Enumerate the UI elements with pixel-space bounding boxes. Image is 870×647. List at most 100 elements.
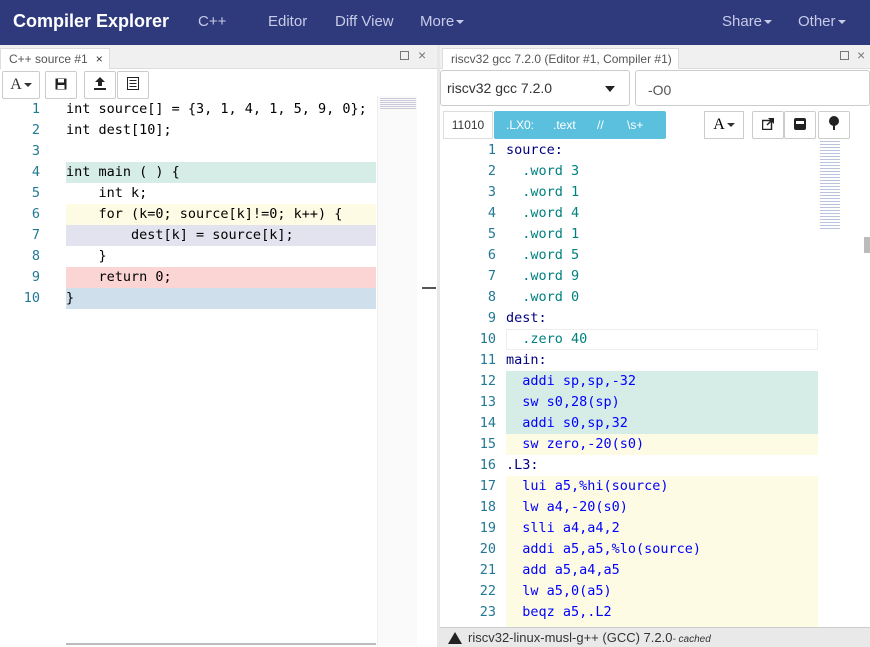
code-line[interactable]: 2 int dest[10]; — [0, 120, 376, 141]
asm-line[interactable]: 8 .word 0 — [460, 287, 820, 308]
asm-line[interactable]: 18 lw a4,-20(s0) — [460, 497, 820, 518]
nav-diff-view[interactable]: Diff View — [335, 13, 394, 30]
add-compiler-button[interactable] — [117, 71, 149, 99]
code-line[interactable]: 7 dest[k] = source[k]; — [0, 225, 376, 246]
font-size-button[interactable]: A — [704, 111, 744, 139]
line-number: 12 — [479, 373, 496, 389]
asm-text: lw a4,-20(s0) — [506, 499, 628, 515]
nav-editor[interactable]: Editor — [268, 13, 307, 30]
line-number: 10 — [479, 331, 496, 347]
source-tabbar: C++ source #1 × × — [0, 45, 437, 69]
tab-compiler[interactable]: riscv32 gcc 7.2.0 (Editor #1, Compiler #… — [442, 48, 679, 69]
asm-line[interactable]: 2 .word 3 — [460, 161, 820, 182]
assembly-output[interactable]: 1 source: 2 .word 33 .word 14 .word 45 .wo… — [460, 140, 820, 627]
asm-line[interactable]: 13 sw s0,28(sp) — [460, 392, 820, 413]
asm-line[interactable]: 5 .word 1 — [460, 224, 820, 245]
font-size-button[interactable]: A — [2, 71, 40, 99]
code-line[interactable]: 10} — [0, 288, 376, 309]
minimap-lines — [380, 98, 416, 110]
source-code-editor[interactable]: 1 int source[] = {3, 1, 4, 1, 5, 9, 0}; 2 i… — [0, 99, 376, 329]
compiler-options-input[interactable]: -O0 — [635, 70, 870, 106]
asm-text: .L3: — [506, 457, 539, 473]
nav-more-menu[interactable]: More — [420, 13, 465, 30]
filter-intel-button[interactable]: Intel — [665, 118, 688, 132]
asm-line[interactable]: 11 main: — [460, 350, 820, 371]
line-number: 7 — [487, 268, 496, 284]
upload-icon — [94, 77, 106, 90]
asm-line[interactable]: 9 dest: — [460, 308, 820, 329]
code-line[interactable]: 1 int source[] = {3, 1, 4, 1, 5, 9, 0}; — [0, 99, 376, 120]
external-link-icon — [761, 118, 774, 131]
compiler-status-bar: riscv32-linux-musl-g++ (GCC) 7.2.0- cach… — [440, 627, 870, 647]
close-pane-icon[interactable]: × — [857, 47, 865, 63]
asm-line[interactable]: 12 addi sp,sp,-32 — [460, 371, 820, 392]
asm-line[interactable]: 1 source: — [460, 140, 820, 161]
asm-line[interactable]: 22 lw a5,0(a5) — [460, 581, 820, 602]
asm-line[interactable]: 19 slli a4,a4,2 — [460, 518, 820, 539]
close-icon[interactable]: × — [96, 52, 103, 66]
asm-line[interactable]: 16 .L3: — [460, 455, 820, 476]
nav-other-menu[interactable]: Other — [798, 13, 846, 30]
upload-button[interactable] — [84, 71, 116, 99]
asm-text: .word 0 — [506, 289, 580, 305]
scroll-marker — [422, 287, 436, 289]
asm-text: addi a5,a5,%lo(source) — [506, 541, 702, 557]
font-button-label: A — [713, 116, 725, 133]
maximize-icon[interactable] — [400, 49, 409, 63]
open-in-new-button[interactable] — [752, 111, 784, 139]
compiler-select[interactable]: riscv32 gcc 7.2.0 — [440, 70, 630, 106]
code-line[interactable]: 3 — [0, 141, 376, 162]
filter-comments-button[interactable]: // — [597, 118, 604, 132]
brand-logo[interactable]: Compiler Explorer — [13, 11, 169, 32]
asm-line[interactable]: 10 .zero 40 — [460, 329, 820, 350]
line-number: 19 — [479, 520, 496, 536]
filter-labels-button[interactable]: .LX0: — [506, 118, 534, 132]
close-pane-icon[interactable]: × — [418, 47, 426, 63]
line-number: 18 — [479, 499, 496, 515]
maximize-icon[interactable] — [840, 49, 849, 63]
asm-line[interactable]: 23 beqz a5,.L2 — [460, 602, 820, 623]
nav-share-menu[interactable]: Share — [722, 13, 773, 30]
asm-line[interactable]: 21 add a5,a4,a5 — [460, 560, 820, 581]
source-minimap[interactable] — [377, 96, 417, 646]
asm-minimap[interactable] — [820, 141, 865, 641]
filter-directives-button[interactable]: .text — [553, 118, 576, 132]
line-number: 22 — [479, 583, 496, 599]
line-number: 6 — [487, 247, 496, 263]
asm-line[interactable]: 3 .word 1 — [460, 182, 820, 203]
horizontal-scrollbar[interactable] — [66, 643, 376, 645]
tab-title: C++ source #1 — [9, 52, 88, 66]
code-line[interactable]: 8 } — [0, 246, 376, 267]
line-number: 3 — [31, 143, 40, 159]
compiler-pane: riscv32 gcc 7.2.0 (Editor #1, Compiler #… — [440, 45, 870, 647]
asm-line[interactable]: 14 addi s0,sp,32 — [460, 413, 820, 434]
code-line[interactable]: 4 int main ( ) { — [0, 162, 376, 183]
save-button[interactable] — [45, 71, 77, 99]
line-number: 8 — [31, 248, 40, 264]
asm-line[interactable]: 6 .word 5 — [460, 245, 820, 266]
output-button[interactable] — [784, 111, 816, 139]
line-number: 1 — [31, 101, 40, 117]
asm-line[interactable]: 15 sw zero,-20(s0) — [460, 434, 820, 455]
warning-icon — [448, 632, 462, 644]
code-line[interactable]: 6 for (k=0; source[k]!=0; k++) { — [0, 204, 376, 225]
nav-language[interactable]: C++ — [198, 13, 226, 30]
asm-line[interactable]: 20 addi a5,a5,%lo(source) — [460, 539, 820, 560]
compiler-explorer-app: Compiler Explorer C++ Editor Diff View M… — [0, 0, 870, 647]
code-text: } — [66, 290, 75, 306]
optimization-button[interactable] — [818, 111, 850, 139]
tab-cpp-source[interactable]: C++ source #1 × — [0, 48, 110, 69]
code-line[interactable]: 9 return 0; — [0, 267, 376, 288]
filter-binary-button[interactable]: 11010 — [443, 111, 493, 139]
asm-line[interactable]: 7 .word 9 — [460, 266, 820, 287]
chevron-down-icon — [605, 86, 615, 92]
asm-text: sw s0,28(sp) — [506, 394, 620, 410]
code-line[interactable]: 5 int k; — [0, 183, 376, 204]
asm-line[interactable]: 17 lui a5,%hi(source) — [460, 476, 820, 497]
line-number: 13 — [479, 394, 496, 410]
filter-whitespace-button[interactable]: \s+ — [627, 118, 643, 132]
vertical-scrollbar[interactable] — [864, 237, 870, 253]
asm-line[interactable]: 4 .word 4 — [460, 203, 820, 224]
line-number: 16 — [479, 457, 496, 473]
compiler-tabbar: riscv32 gcc 7.2.0 (Editor #1, Compiler #… — [440, 45, 870, 69]
